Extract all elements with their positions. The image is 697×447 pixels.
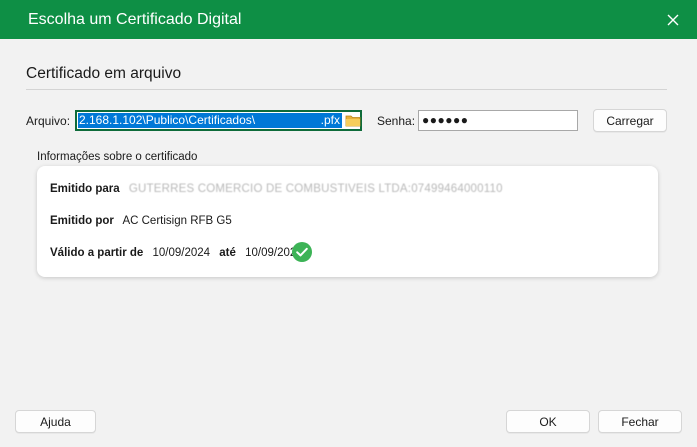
issued-by-value: AC Certisign RFB G5 [122, 215, 232, 227]
close-icon [667, 14, 679, 26]
issued-to-label: Emitido para [50, 183, 120, 195]
load-button[interactable]: Carregar [593, 109, 667, 132]
path-text: 2.168.1.102\Publico\Certificados\ [79, 113, 256, 127]
password-masked-value: ●●●●●● [422, 113, 469, 127]
section-divider [26, 89, 667, 90]
issued-by-label: Emitido por [50, 215, 114, 227]
issued-by-row: Emitido por AC Certisign RFB G5 [50, 215, 232, 227]
issued-to-row: Emitido para GUTERRES COMERCIO DE COMBUS… [50, 183, 503, 195]
path-extension: .pfx [320, 113, 340, 127]
validity-row: Válido a partir de 10/09/2024 até 10/09/… [50, 247, 303, 259]
help-button[interactable]: Ajuda [15, 410, 96, 433]
issued-to-value: GUTERRES COMERCIO DE COMBUSTIVEIS LTDA:0… [128, 183, 503, 195]
certificate-info-title: Informações sobre o certificado [37, 151, 198, 163]
certificate-info-card: Emitido para GUTERRES COMERCIO DE COMBUS… [37, 166, 658, 277]
ok-button[interactable]: OK [506, 410, 590, 433]
certificate-path-input[interactable]: 2.168.1.102\Publico\Certificados\ .pfx [75, 110, 362, 131]
close-button[interactable]: Fechar [598, 410, 682, 433]
window-title: Escolha um Certificado Digital [28, 11, 242, 28]
until-label: até [219, 247, 236, 259]
dialog-window: Escolha um Certificado Digital Certifica… [0, 0, 697, 447]
browse-folder-button[interactable] [345, 113, 361, 128]
folder-icon [345, 115, 361, 127]
title-bar: Escolha um Certificado Digital [0, 0, 697, 39]
password-label: Senha: [377, 114, 416, 128]
valid-from-date: 10/09/2024 [152, 247, 211, 259]
section-title: Certificado em arquivo [26, 65, 182, 82]
password-input[interactable]: ●●●●●● [418, 110, 578, 131]
valid-from-label: Válido a partir de [50, 247, 144, 259]
check-circle-icon [292, 242, 312, 262]
close-window-button[interactable] [660, 7, 686, 33]
path-selection: 2.168.1.102\Publico\Certificados\ .pfx [78, 113, 342, 128]
file-label: Arquivo: [26, 114, 71, 128]
